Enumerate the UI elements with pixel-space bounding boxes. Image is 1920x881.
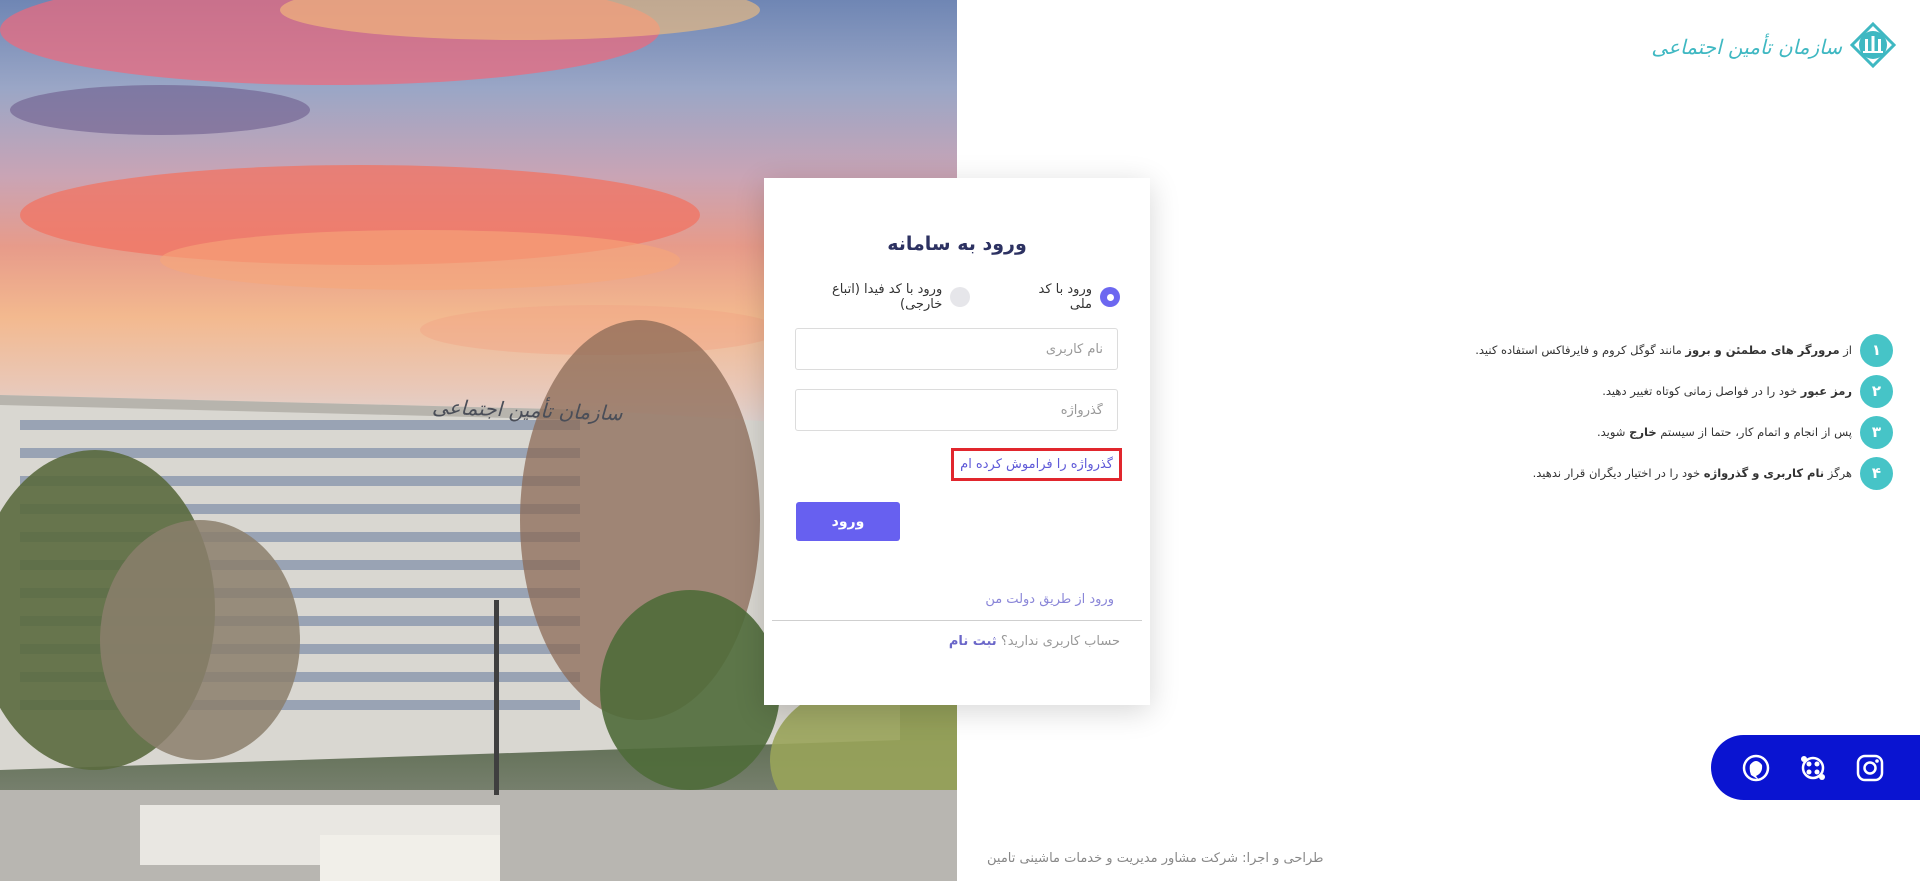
instagram-icon[interactable] <box>1855 753 1885 783</box>
tip-item: ۳ پس از انجام و اتمام کار، حتما از سیستم… <box>1475 415 1893 449</box>
radio-fida-code-label[interactable]: ورود با کد فیدا (اتباع خارجی) <box>794 282 942 312</box>
tip-number-badge: ۳ <box>1860 415 1893 449</box>
tip-item: ۴ هرگز نام کاربری و گذرواژه خود را در اخ… <box>1475 456 1893 490</box>
footer-credit: طراحی و اجرا: شرکت مشاور مدیریت و خدمات … <box>987 851 1324 866</box>
tip-item: ۲ رمز عبور خود را در فواصل زمانی کوتاه ت… <box>1475 374 1893 408</box>
signup-link[interactable]: ثبت نام <box>949 634 997 649</box>
tip-text: پس از انجام و اتمام کار، حتما از سیستم خ… <box>1596 425 1852 439</box>
tip-number-badge: ۴ <box>1860 456 1893 490</box>
soroush-icon[interactable] <box>1741 753 1771 783</box>
logo-emblem-icon <box>1849 21 1897 72</box>
tip-number-badge: ۲ <box>1860 374 1893 408</box>
tip-item: ۱ از مرورگر های مطمئن و بروز مانند گوگل … <box>1475 333 1893 367</box>
radio-national-code-label[interactable]: ورود با کد ملی <box>1017 282 1092 312</box>
social-links-bar <box>1711 735 1920 800</box>
divider <box>772 620 1142 621</box>
login-button[interactable]: ورود <box>796 502 900 541</box>
no-account-text: حساب کاربری ندارید؟ <box>1000 634 1120 649</box>
tip-number-badge: ۱ <box>1860 333 1893 367</box>
tip-text: از مرورگر های مطمئن و بروز مانند گوگل کر… <box>1475 343 1852 357</box>
dolat-man-login-link[interactable]: ورود از طریق دولت من <box>985 592 1114 607</box>
signup-prompt: حساب کاربری ندارید؟ ثبت نام <box>949 634 1120 649</box>
logo[interactable]: سازمان تأمین اجتماعی <box>1651 21 1897 72</box>
logo-text: سازمان تأمین اجتماعی <box>1651 35 1842 59</box>
radio-national-code[interactable] <box>1100 287 1120 307</box>
tip-text: هرگز نام کاربری و گذرواژه خود را در اختی… <box>1532 466 1852 480</box>
login-type-selector: ورود با کد ملی ورود با کد فیدا (اتباع خا… <box>794 282 1120 312</box>
security-tips-list: ۱ از مرورگر های مطمئن و بروز مانند گوگل … <box>1475 333 1893 497</box>
login-title: ورود به سامانه <box>887 233 1027 255</box>
radio-fida-code[interactable] <box>950 287 971 307</box>
username-input[interactable] <box>795 328 1118 370</box>
aparat-icon[interactable] <box>1798 753 1828 783</box>
password-input[interactable] <box>795 389 1118 431</box>
login-card: ورود به سامانه ورود با کد ملی ورود با کد… <box>764 178 1150 705</box>
tip-text: رمز عبور خود را در فواصل زمانی کوتاه تغی… <box>1602 384 1852 398</box>
forgot-password-link[interactable]: گذرواژه را فراموش کرده ام <box>951 448 1122 481</box>
